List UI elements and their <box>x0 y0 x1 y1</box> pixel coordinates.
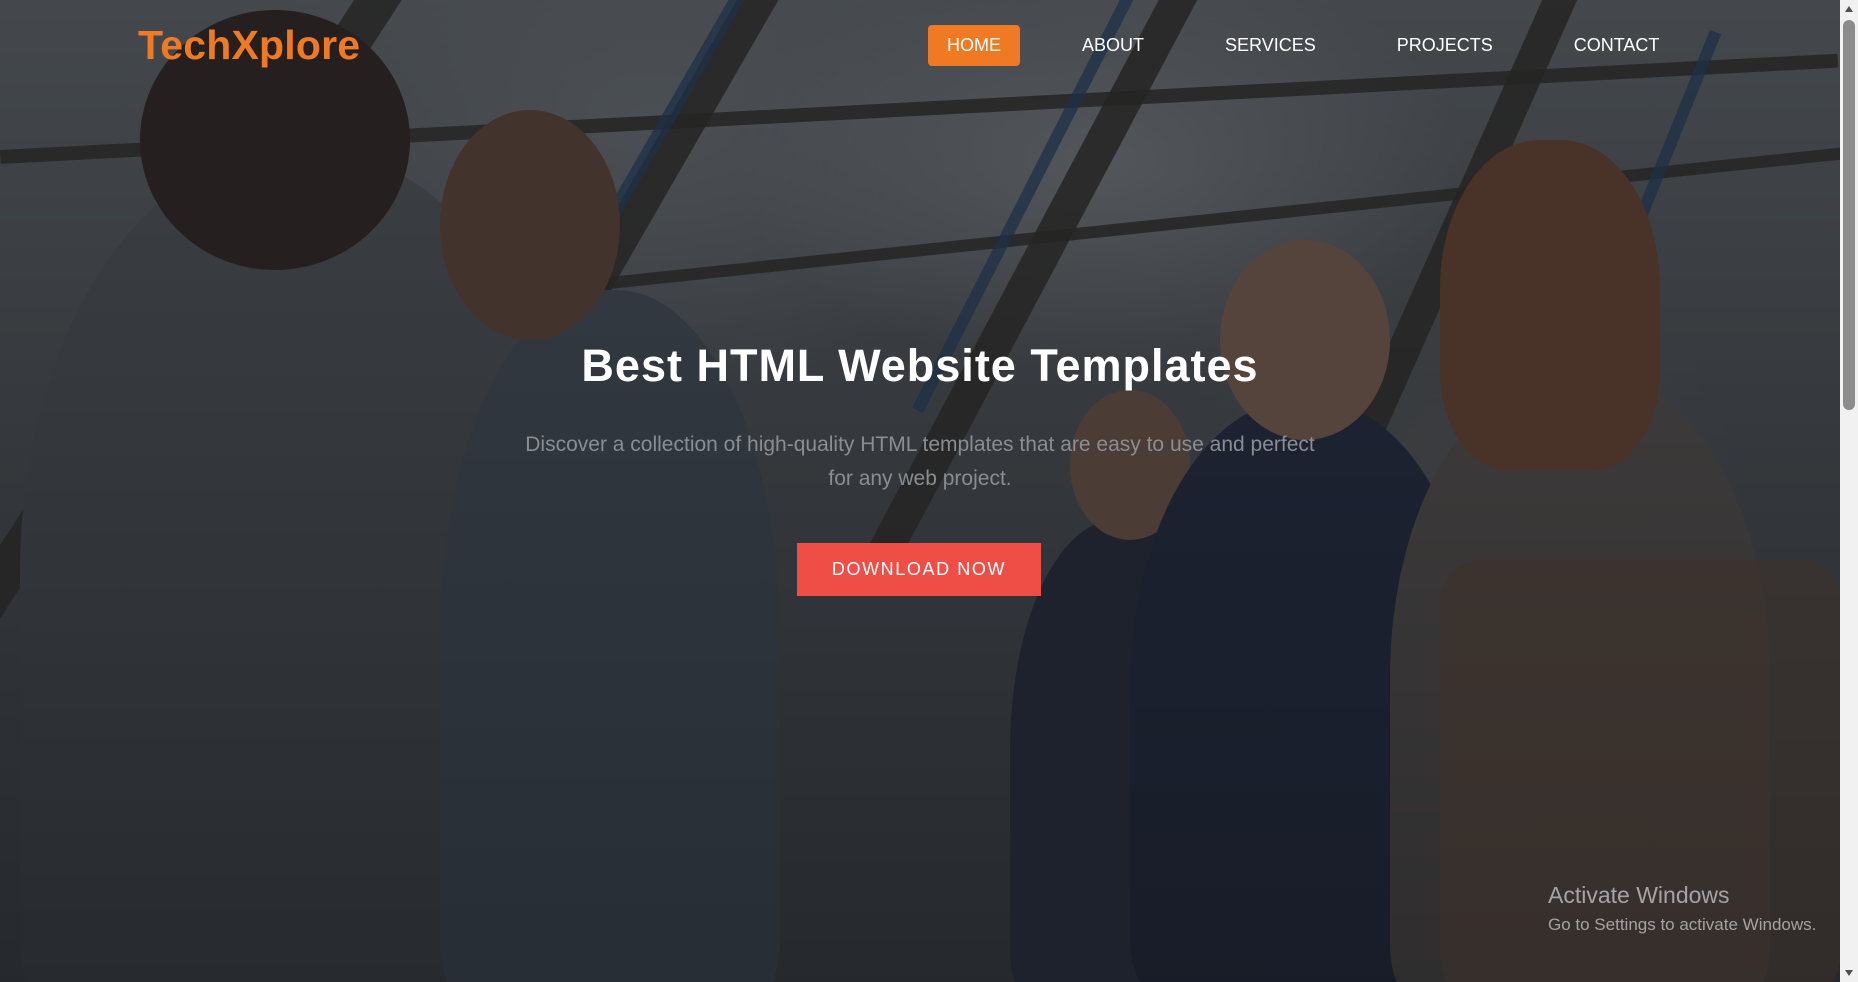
main-nav: HOME ABOUT SERVICES PROJECTS CONTACT <box>928 25 1678 66</box>
nav-item-home[interactable]: HOME <box>928 25 1020 66</box>
nav-item-contact[interactable]: CONTACT <box>1555 25 1679 66</box>
brand-logo[interactable]: TechXplore <box>138 22 360 69</box>
hero-subtitle: Discover a collection of high-quality HT… <box>525 433 1315 490</box>
download-now-button[interactable]: DOWNLOAD NOW <box>797 543 1041 596</box>
nav-item-services[interactable]: SERVICES <box>1206 25 1335 66</box>
nav-item-about[interactable]: ABOUT <box>1063 25 1163 66</box>
nav-item-projects[interactable]: PROJECTS <box>1378 25 1512 66</box>
hero-title: Best HTML Website Templates <box>581 340 1259 391</box>
scroll-up-arrow-icon[interactable] <box>1840 0 1858 18</box>
page-scrollbar[interactable] <box>1840 0 1858 982</box>
site-header: TechXplore HOME ABOUT SERVICES PROJECTS … <box>0 0 1840 92</box>
activate-windows-subtitle: Go to Settings to activate Windows. <box>1548 915 1817 934</box>
scroll-down-arrow-icon[interactable] <box>1840 964 1858 982</box>
browser-viewport: TechXplore HOME ABOUT SERVICES PROJECTS … <box>0 0 1858 982</box>
scrollbar-thumb[interactable] <box>1843 20 1855 410</box>
activate-windows-title: Activate Windows <box>1548 882 1730 908</box>
